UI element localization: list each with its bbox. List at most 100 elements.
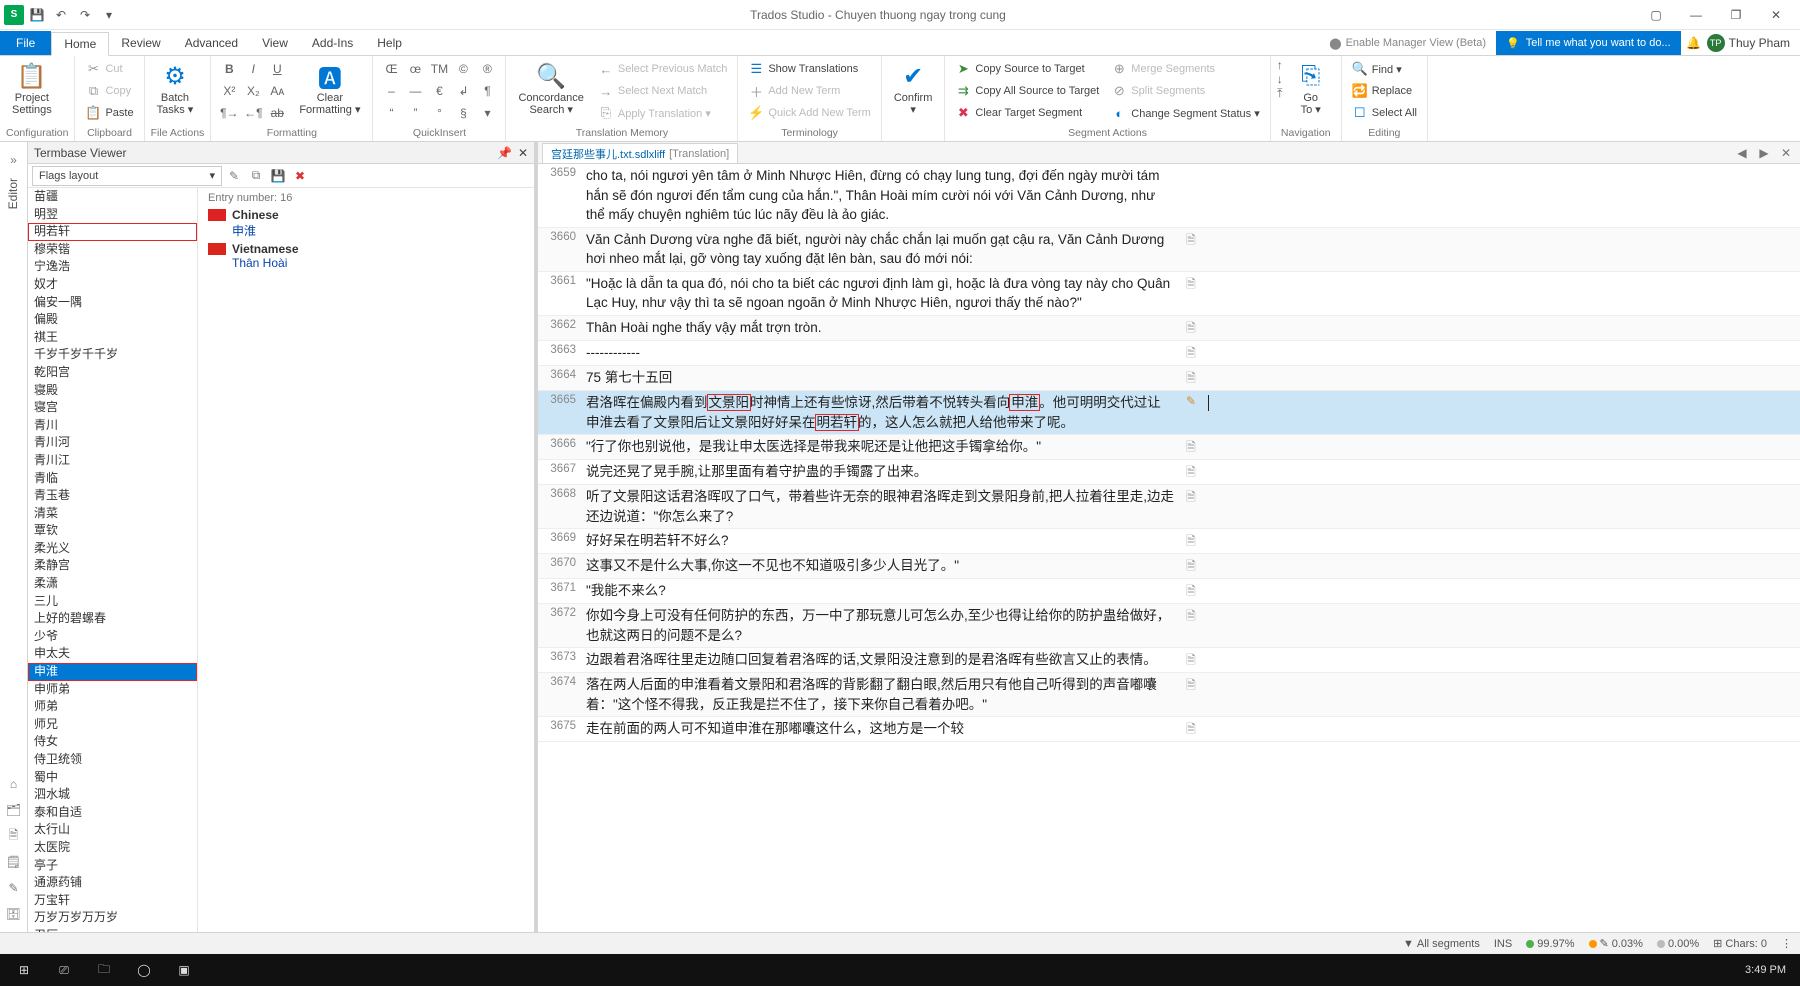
taskbar-clock[interactable]: 3:49 PM xyxy=(1735,964,1796,976)
nav-up-icon[interactable]: ↑ xyxy=(1277,58,1283,72)
side-files-icon[interactable]: 🗎 xyxy=(4,826,24,846)
segment-source[interactable]: 君洛晖在偏殿内看到文景阳时神情上还有些惊讶,然后带着不悦转头看向申淮。他可明明交… xyxy=(582,391,1178,434)
tb-save-icon[interactable]: 💾 xyxy=(268,166,288,186)
nav-down-icon[interactable]: ↓ xyxy=(1277,72,1283,86)
term-item[interactable]: 申师弟 xyxy=(28,681,197,699)
term-item[interactable]: 卫厅 xyxy=(28,927,197,932)
qi-btn[interactable]: ” xyxy=(403,102,427,124)
segment-source[interactable]: "行了你也别说他，是我让申太医选择是带我来呢还是让他把这手镯拿给你。" xyxy=(582,435,1178,459)
term-item[interactable]: 青玉巷 xyxy=(28,487,197,505)
segment-row[interactable]: 3673边跟着君洛晖往里走边随口回复着君洛晖的话,文景阳没注意到的是君洛晖有些欲… xyxy=(538,648,1800,673)
pin-icon[interactable]: 📌 xyxy=(497,146,512,160)
term-item[interactable]: 侍女 xyxy=(28,733,197,751)
enable-manager-view[interactable]: ⬤Enable Manager View (Beta) xyxy=(1319,37,1496,50)
close-icon[interactable]: ✕ xyxy=(1756,3,1796,27)
italic-button[interactable]: I xyxy=(241,58,265,80)
qat-redo-icon[interactable]: ↷ xyxy=(74,4,96,26)
confirm-button[interactable]: ✔Confirm ▾ xyxy=(888,58,939,118)
term-item[interactable]: 青临 xyxy=(28,470,197,488)
tb-delete-icon[interactable]: ✖ xyxy=(290,166,310,186)
term-item[interactable]: 穆荣锴 xyxy=(28,241,197,259)
term-list[interactable]: 苗疆明翌明若轩穆荣锴宁逸浩奴才偏安一隅偏殿祺王千岁千岁千千岁乾阳宫寝殿寝宫青川青… xyxy=(28,188,198,932)
term-item[interactable]: 祺王 xyxy=(28,329,197,347)
copy-all-source-to-target[interactable]: ⇉Copy All Source to Target xyxy=(951,80,1103,102)
segment-target[interactable] xyxy=(1204,366,1800,390)
segment-source[interactable]: 这事又不是什么大事,你这一不见也不知道吸引多少人目光了。" xyxy=(582,554,1178,578)
goto-button[interactable]: ⎘Go To ▾ xyxy=(1287,58,1335,118)
segment-row[interactable]: 3670这事又不是什么大事,你这一不见也不知道吸引多少人目光了。"🗎 xyxy=(538,554,1800,579)
clear-target-segment[interactable]: ✖Clear Target Segment xyxy=(951,102,1103,124)
bold-button[interactable]: B xyxy=(217,58,241,80)
taskview-icon[interactable]: ⎚ xyxy=(44,955,84,985)
segment-source[interactable]: 好好呆在明若轩不好么? xyxy=(582,529,1178,553)
qi-btn[interactable]: ▾ xyxy=(475,102,499,124)
term-item[interactable]: 三儿 xyxy=(28,593,197,611)
segment-source[interactable]: ------------ xyxy=(582,341,1178,365)
filter-indicator[interactable]: ▼ All segments xyxy=(1403,938,1480,950)
ltr-button[interactable]: ¶→ xyxy=(217,102,241,124)
qi-btn[interactable]: “ xyxy=(379,102,403,124)
segment-row[interactable]: 3666"行了你也别说他，是我让申太医选择是带我来呢还是让他把这手镯拿给你。"🗎 xyxy=(538,435,1800,460)
term-item[interactable]: 乾阳宫 xyxy=(28,364,197,382)
concordance-button[interactable]: 🔍Concordance Search ▾ xyxy=(512,58,589,118)
segment-row[interactable]: 3672你如今身上可没有任何防护的东西，万一中了那玩意儿可怎么办,至少也得让给你… xyxy=(538,604,1800,648)
term-item[interactable]: 明翌 xyxy=(28,206,197,224)
qi-btn[interactable]: Œ xyxy=(379,58,403,80)
tb-edit-icon[interactable]: ✎ xyxy=(224,166,244,186)
term-item[interactable]: 柔光义 xyxy=(28,540,197,558)
qi-btn[interactable]: § xyxy=(451,102,475,124)
term-item[interactable]: 通源药铺 xyxy=(28,874,197,892)
segment-target[interactable] xyxy=(1204,673,1800,716)
tb-copy-icon[interactable]: ⧉ xyxy=(246,166,266,186)
tab-addins[interactable]: Add-Ins xyxy=(300,31,365,55)
ribbon-min-icon[interactable]: ▢ xyxy=(1636,3,1676,27)
copy-source-to-target[interactable]: ➤Copy Source to Target xyxy=(951,58,1103,80)
segment-row[interactable]: 366475 第七十五回🗎 xyxy=(538,366,1800,391)
qi-btn[interactable]: ° xyxy=(427,102,451,124)
term-item[interactable]: 师弟 xyxy=(28,698,197,716)
term-item[interactable]: 覃钦 xyxy=(28,522,197,540)
segment-target[interactable] xyxy=(1204,316,1800,340)
segment-target[interactable] xyxy=(1204,485,1800,528)
side-projects-icon[interactable]: 🗂 xyxy=(4,800,24,820)
panel-close-icon[interactable]: ✕ xyxy=(518,146,528,160)
rtl-button[interactable]: ←¶ xyxy=(241,102,265,124)
qi-btn[interactable]: — xyxy=(403,80,427,102)
segment-row[interactable]: 3663------------🗎 xyxy=(538,341,1800,366)
segment-source[interactable]: 75 第七十五回 xyxy=(582,366,1178,390)
qi-btn[interactable]: © xyxy=(451,58,475,80)
show-translations[interactable]: ☰Show Translations xyxy=(744,58,875,80)
nav-home-icon[interactable]: ⤒ xyxy=(1277,86,1282,101)
qi-btn[interactable]: œ xyxy=(403,58,427,80)
segment-source[interactable]: 听了文景阳这话君洛晖叹了口气，带着些许无奈的眼神君洛晖走到文景阳身前,把人拉着往… xyxy=(582,485,1178,528)
tab-nav-right-icon[interactable]: ▶ xyxy=(1754,143,1774,163)
term-item[interactable]: 偏安一隅 xyxy=(28,294,197,312)
term-item[interactable]: 师兄 xyxy=(28,716,197,734)
segment-source[interactable]: 你如今身上可没有任何防护的东西，万一中了那玩意儿可怎么办,至少也得让给你的防护蛊… xyxy=(582,604,1178,647)
term-item[interactable]: 青川河 xyxy=(28,434,197,452)
term-item[interactable]: 泗水城 xyxy=(28,786,197,804)
segment-row[interactable]: 3674落在两人后面的申淮看着文景阳和君洛晖的背影翻了翻白眼,然后用只有他自己听… xyxy=(538,673,1800,717)
qi-btn[interactable]: ↲ xyxy=(451,80,475,102)
segment-source[interactable]: cho ta, nói ngươi yên tâm ở Minh Nhược H… xyxy=(582,164,1178,227)
term-item[interactable]: 亭子 xyxy=(28,857,197,875)
term-item[interactable]: 申太夫 xyxy=(28,645,197,663)
side-reports-icon[interactable]: 🗒 xyxy=(4,852,24,872)
qat-undo-icon[interactable]: ↶ xyxy=(50,4,72,26)
chrome-icon[interactable]: ◯ xyxy=(124,955,164,985)
segment-row[interactable]: 3660Văn Cảnh Dương vừa nghe đã biết, ngư… xyxy=(538,228,1800,272)
segment-row[interactable]: 3665君洛晖在偏殿内看到文景阳时神情上还有些惊讶,然后带着不悦转头看向申淮。他… xyxy=(538,391,1800,435)
qi-btn[interactable]: TM xyxy=(427,58,451,80)
add-new-term[interactable]: ＋Add New Term xyxy=(744,80,875,102)
tab-advanced[interactable]: Advanced xyxy=(173,31,250,55)
find-button[interactable]: 🔍Find ▾ xyxy=(1348,58,1421,80)
term-item[interactable]: 万宝轩 xyxy=(28,892,197,910)
term-item[interactable]: 清菜 xyxy=(28,505,197,523)
segment-source[interactable]: Văn Cảnh Dương vừa nghe đã biết, người n… xyxy=(582,228,1178,271)
tab-close-icon[interactable]: ✕ xyxy=(1776,143,1796,163)
minimize-icon[interactable]: — xyxy=(1676,3,1716,27)
clear-formatting-button[interactable]: 🅰Clear Formatting ▾ xyxy=(293,58,366,118)
term-item[interactable]: 明若轩 xyxy=(28,223,197,241)
tell-me-search[interactable]: 💡Tell me what you want to do... xyxy=(1496,31,1681,55)
term-item[interactable]: 少爷 xyxy=(28,628,197,646)
